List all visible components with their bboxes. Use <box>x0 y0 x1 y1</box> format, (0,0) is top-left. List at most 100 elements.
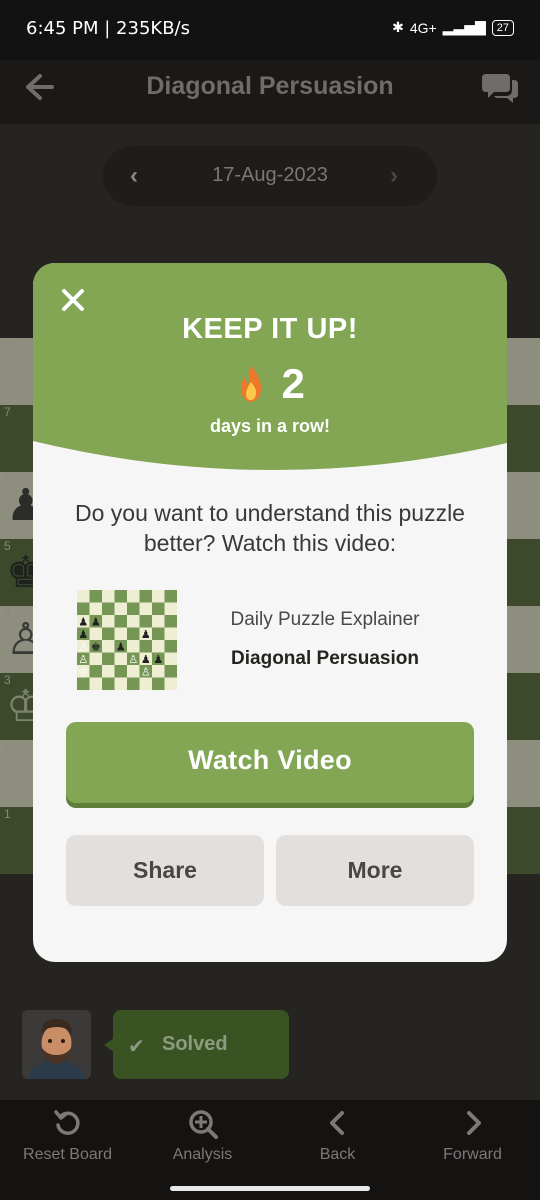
thumbnail-square <box>114 652 127 665</box>
thumbnail-square <box>139 590 152 603</box>
thumbnail-piece-icon: ♟ <box>91 617 101 629</box>
thumbnail-piece-icon: ♟ <box>78 617 88 629</box>
thumbnail-square <box>139 615 152 628</box>
rank-label: 1 <box>4 807 11 821</box>
close-icon[interactable] <box>60 287 86 313</box>
thumbnail-piece-icon: ♙ <box>128 654 138 666</box>
thumbnail-square <box>89 665 102 678</box>
thumbnail-square <box>89 590 102 603</box>
rank-label: 7 <box>4 405 11 419</box>
video-prompt: Do you want to understand this puzzle be… <box>75 500 465 556</box>
avatar <box>22 1010 91 1079</box>
nav-back[interactable]: Back <box>270 1108 405 1164</box>
thumbnail-square <box>127 590 140 603</box>
thumbnail-piece-icon: ♙ <box>78 654 88 666</box>
thumbnail-square <box>89 652 102 665</box>
thumbnail-square <box>164 652 177 665</box>
thumbnail-square <box>127 602 140 615</box>
reset-icon <box>0 1108 135 1142</box>
thumbnail-square <box>114 590 127 603</box>
thumbnail-square <box>164 677 177 690</box>
thumbnail-square <box>102 590 115 603</box>
thumbnail-piece-icon: ♙ <box>78 642 88 654</box>
thumbnail-square <box>102 677 115 690</box>
more-label: More <box>347 857 403 883</box>
thumbnail-square <box>152 640 165 653</box>
thumbnail-square <box>127 677 140 690</box>
thumbnail-square <box>89 602 102 615</box>
nav-reset-board[interactable]: Reset Board <box>0 1108 135 1164</box>
forward-icon <box>405 1108 540 1142</box>
analysis-icon <box>135 1108 270 1142</box>
status-icons: ✱ 4G+ ▂▃▅▇ 27 <box>392 19 514 36</box>
check-icon: ✔ <box>128 1036 145 1058</box>
thumbnail-piece-icon: ♟ <box>153 654 163 666</box>
thumbnail-square <box>127 665 140 678</box>
thumbnail-square <box>152 627 165 640</box>
thumbnail-piece-icon: ♚ <box>91 642 101 654</box>
thumbnail-square <box>77 677 90 690</box>
chat-icon[interactable] <box>482 70 518 104</box>
thumbnail-square <box>152 590 165 603</box>
nav-analysis[interactable]: Analysis <box>135 1108 270 1164</box>
thumbnail-square <box>114 677 127 690</box>
solved-label: Solved <box>162 1033 228 1055</box>
thumbnail-square <box>164 665 177 678</box>
thumbnail-square <box>102 602 115 615</box>
rank-label: 2 <box>4 740 11 754</box>
thumbnail-square <box>164 640 177 653</box>
thumbnail-square <box>152 665 165 678</box>
thumbnail-square <box>102 627 115 640</box>
thumbnail-square <box>77 590 90 603</box>
thumbnail-square <box>114 602 127 615</box>
thumbnail-square <box>102 665 115 678</box>
nav-label: Back <box>319 1146 356 1163</box>
video-subtitle: Daily Puzzle Explainer <box>230 609 420 630</box>
thumbnail-square <box>164 602 177 615</box>
streak-caption: days in a row! <box>209 416 331 436</box>
signal-icon: ▂▃▅▇ <box>442 19 486 35</box>
thumbnail-square <box>127 640 140 653</box>
streak-count: 2 <box>281 360 305 407</box>
share-label: Share <box>133 857 197 883</box>
nav-label: Reset Board <box>23 1146 112 1163</box>
thumbnail-square <box>127 615 140 628</box>
thumbnail-square <box>127 627 140 640</box>
thumbnail-square <box>164 627 177 640</box>
thumbnail-square <box>114 665 127 678</box>
thumbnail-square <box>102 640 115 653</box>
watch-video-label: Watch Video <box>188 745 352 775</box>
thumbnail-square <box>139 677 152 690</box>
video-thumbnail[interactable]: ♙♟ ♟♟ ♟♟♙ ♙ ♟ ♟♙♚♔ <box>77 590 177 690</box>
nav-label: Forward <box>443 1146 502 1163</box>
thumbnail-square <box>114 615 127 628</box>
back-icon <box>270 1108 405 1142</box>
battery-icon: 27 <box>491 19 514 36</box>
thumbnail-piece-icon: ♟ <box>141 654 151 666</box>
thumbnail-square <box>152 615 165 628</box>
home-indicator[interactable] <box>170 1186 370 1191</box>
bluetooth-icon: ✱ <box>392 19 404 35</box>
file-label: h <box>530 860 537 874</box>
modal-heading: KEEP IT UP! <box>182 313 358 345</box>
avatar-illustration <box>22 1010 91 1079</box>
thumbnail-square <box>152 677 165 690</box>
streak-row: 2 <box>33 360 507 408</box>
thumbnail-square <box>114 627 127 640</box>
nav-forward[interactable]: Forward <box>405 1108 540 1164</box>
page-title: Diagonal Persuasion <box>146 72 394 100</box>
flame-icon <box>241 366 262 402</box>
video-title: Diagonal Persuasion <box>231 648 419 669</box>
thumbnail-piece-icon: ♙ <box>141 667 151 679</box>
date-label: 17-Aug-2023 <box>212 164 328 186</box>
thumbnail-piece-icon: ♟ <box>116 642 126 654</box>
thumbnail-piece-icon: ♟ <box>78 629 88 641</box>
network-label: 4G+ <box>409 19 437 36</box>
status-time: 6:45 PM | 235KB/s <box>26 18 190 39</box>
thumbnail-square <box>152 602 165 615</box>
rank-label: 8 <box>4 338 11 352</box>
thumbnail-piece-icon: ♔ <box>78 667 88 679</box>
thumbnail-square <box>164 615 177 628</box>
date-next-button[interactable]: › <box>390 162 398 190</box>
thumbnail-square <box>89 677 102 690</box>
